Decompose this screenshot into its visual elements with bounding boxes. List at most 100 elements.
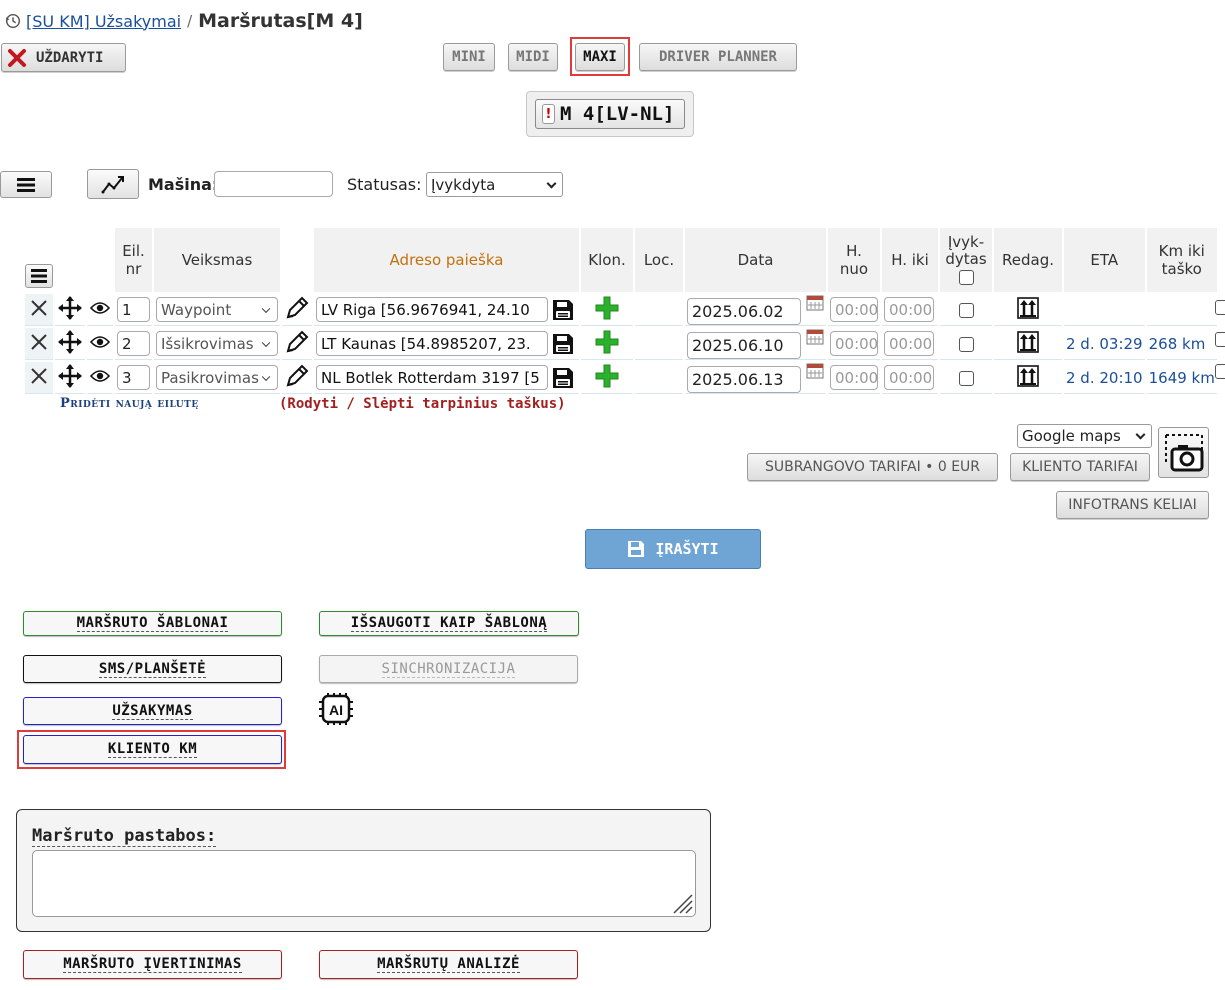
route-chip-button[interactable]: ! M 4[LV-NL] [535, 99, 685, 129]
breadcrumb-parent-link[interactable]: [SU KM] Užsakymai [26, 12, 181, 31]
row-extra-checkbox[interactable] [1215, 364, 1225, 379]
eye-icon[interactable] [89, 335, 111, 349]
view-row-cell [87, 362, 113, 394]
eta-cell [1064, 294, 1145, 326]
delete-row-cell [25, 294, 53, 326]
view-mini-button[interactable]: MINI [443, 43, 495, 71]
address-input[interactable]: LV Riga [56.9676941, 24.10 [316, 297, 548, 322]
hour-to-cell: 00:00 [882, 362, 938, 394]
chevron-down-icon [546, 178, 557, 189]
masina-input[interactable] [214, 171, 333, 197]
date-input[interactable]: 2025.06.10 [687, 331, 801, 359]
status-select-value: Įvykdyta [431, 175, 496, 194]
unload-arrows-icon[interactable] [1017, 364, 1039, 387]
save-address-icon[interactable] [552, 367, 574, 389]
resize-handle-icon[interactable] [671, 892, 693, 914]
row-number-input[interactable]: 1 [117, 297, 150, 322]
client-tariffs-button[interactable]: KLIENTO TARIFAI [1010, 453, 1150, 481]
done-checkbox[interactable] [958, 370, 974, 386]
done-checkbox[interactable] [958, 302, 974, 318]
row-extra-checkbox[interactable] [1215, 300, 1225, 315]
eye-icon[interactable] [89, 301, 111, 315]
row-extra-checkbox[interactable] [1215, 332, 1225, 347]
hour-from-input[interactable]: 00:00 [830, 297, 878, 322]
routes-analysis-button[interactable]: MARŠRUTŲ ANALIZĖ [319, 950, 578, 979]
close-button[interactable]: UŽDARYTI [1, 43, 126, 72]
hour-from-input[interactable]: 00:00 [830, 365, 878, 390]
hour-to-input[interactable]: 00:00 [884, 331, 934, 356]
calendar-icon[interactable] [806, 329, 824, 345]
toggle-points-link[interactable]: (Rodyti / Slėpti tarpinius taškus) [279, 396, 566, 412]
unload-arrows-icon[interactable] [1017, 330, 1039, 353]
save-as-template-button[interactable]: IŠSAUGOTI KAIP ŠABLONĄ [319, 611, 579, 636]
plus-icon[interactable] [595, 364, 619, 388]
plus-icon[interactable] [595, 296, 619, 320]
action-select[interactable]: Išsikrovimas [156, 331, 278, 356]
infotrans-button[interactable]: INFOTRANS KELIAI [1056, 491, 1209, 519]
header-redag: Redag. [994, 228, 1062, 292]
hour-to-input[interactable]: 00:00 [884, 365, 934, 390]
done-checkbox[interactable] [958, 336, 974, 352]
table-menu-button[interactable] [25, 264, 53, 288]
row-number-input[interactable]: 2 [117, 331, 150, 356]
move-arrows-icon[interactable] [57, 329, 83, 355]
unload-arrows-icon[interactable] [1017, 296, 1039, 319]
pencil-icon[interactable] [285, 364, 309, 388]
pencil-icon[interactable] [285, 296, 309, 320]
hour-from-input[interactable]: 00:00 [830, 331, 878, 356]
pencil-icon[interactable] [285, 330, 309, 354]
date-input[interactable]: 2025.06.02 [687, 297, 801, 325]
delete-x-icon[interactable] [30, 333, 48, 351]
address-input[interactable]: NL Botlek Rotterdam 3197 [5 [316, 365, 548, 390]
screenshot-button[interactable] [1158, 427, 1209, 478]
floppy-disk-icon [628, 541, 645, 557]
client-km-button[interactable]: KLIENTO KM [23, 735, 282, 764]
select-all-checkbox[interactable] [958, 270, 974, 285]
km-cell [1146, 294, 1217, 326]
map-provider-select[interactable]: Google maps [1017, 424, 1152, 448]
view-driver-planner-button[interactable]: DRIVER PLANNER [639, 43, 797, 71]
route-notes-textarea[interactable] [32, 850, 696, 917]
add-row-link[interactable]: Pridėti naują eilutę [60, 396, 199, 411]
order-label: UŽSAKYMAS [112, 702, 193, 720]
hour-from-cell: 00:00 [828, 328, 880, 360]
hour-to-input[interactable]: 00:00 [884, 297, 934, 322]
order-button[interactable]: UŽSAKYMAS [23, 697, 282, 725]
action-select[interactable]: Waypoint [156, 297, 278, 322]
table-row: 3 Pasikrovimas NL Botlek Rotterdam 3197 … [25, 362, 1217, 394]
sync-button[interactable]: SINCHRONIZACIJA [319, 655, 578, 683]
clone-cell [581, 362, 633, 394]
menu-button[interactable] [0, 171, 52, 198]
status-label: Statusas: [347, 175, 422, 194]
move-row-cell [55, 294, 85, 326]
save-address-icon[interactable] [552, 333, 574, 355]
delete-x-icon[interactable] [30, 367, 48, 385]
plus-icon[interactable] [595, 330, 619, 354]
save-button[interactable]: ĮRAŠYTI [585, 529, 761, 569]
row-number-input[interactable]: 3 [117, 365, 150, 390]
address-input[interactable]: LT Kaunas [54.8985207, 23. [316, 331, 548, 356]
delete-x-icon[interactable] [30, 299, 48, 317]
edit-stop-cell [994, 328, 1062, 360]
action-select[interactable]: Pasikrovimas [156, 365, 278, 390]
ai-chip-icon[interactable]: AI [318, 692, 354, 726]
save-address-icon[interactable] [552, 299, 574, 321]
warning-icon: ! [542, 104, 555, 124]
date-input[interactable]: 2025.06.13 [687, 365, 801, 393]
row-number-cell: 1 [115, 294, 152, 326]
sms-tablet-button[interactable]: SMS/PLANŠETĖ [23, 655, 282, 683]
route-templates-button[interactable]: MARŠRUTO ŠABLONAI [23, 611, 282, 636]
view-maxi-button[interactable]: MAXI [575, 43, 625, 71]
view-midi-button[interactable]: MIDI [508, 43, 558, 71]
move-arrows-icon[interactable] [57, 295, 83, 321]
subcontractor-tariffs-button[interactable]: SUBRANGOVO TARIFAI • 0 EUR [747, 453, 998, 481]
move-arrows-icon[interactable] [57, 363, 83, 389]
status-select[interactable]: Įvykdyta [426, 172, 563, 197]
action-cell: Pasikrovimas [154, 362, 280, 394]
calendar-icon[interactable] [806, 295, 824, 311]
calendar-icon[interactable] [806, 363, 824, 379]
route-evaluation-button[interactable]: MARŠRUTO ĮVERTINIMAS [23, 950, 282, 979]
km-cell: 1649 km [1146, 362, 1217, 394]
eye-icon[interactable] [89, 369, 111, 383]
chart-button[interactable] [87, 169, 139, 199]
